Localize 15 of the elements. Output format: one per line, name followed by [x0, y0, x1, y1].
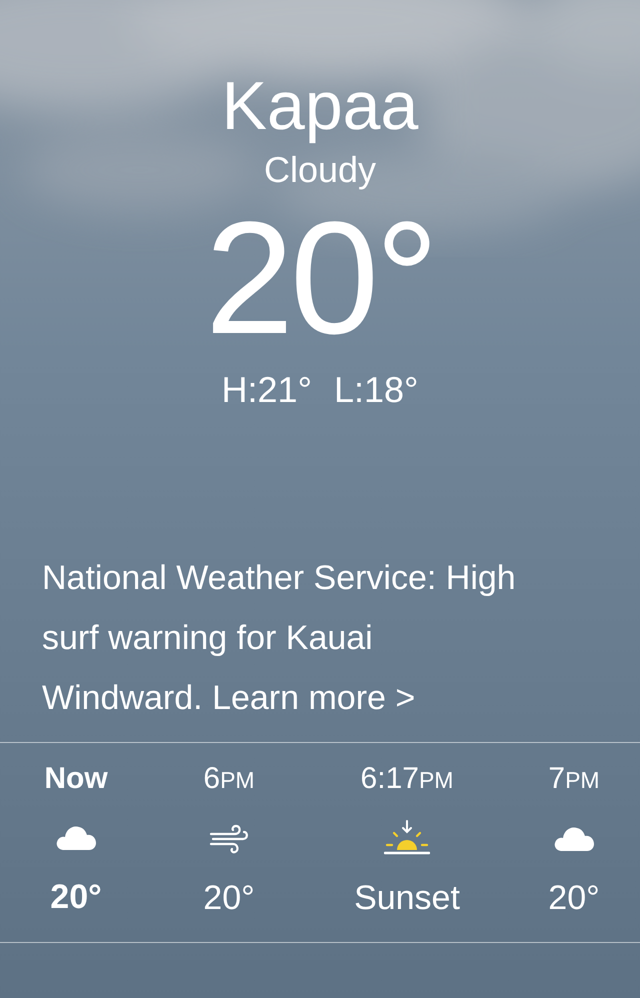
- weather-condition: Cloudy: [264, 150, 376, 190]
- hour-label: 7PM: [548, 760, 600, 797]
- alert-message: National Weather Service: High surf warning for Kauai Windward. Learn more >: [42, 558, 517, 719]
- hourly-temperature: 20°: [548, 878, 600, 918]
- hour-label: Now: [44, 760, 108, 797]
- current-temperature: 20°: [205, 198, 435, 358]
- hour-label: 6:17PM: [360, 760, 454, 797]
- low-temperature: L:18°: [334, 372, 418, 408]
- sunset-icon: [384, 820, 430, 856]
- learn-more-link[interactable]: Learn more >: [212, 678, 416, 717]
- hour-label: 6PM: [203, 760, 255, 797]
- high-temperature: H:21°: [222, 372, 312, 408]
- hourly-temperature: Sunset: [354, 878, 460, 918]
- hourly-temperature: 20°: [203, 878, 255, 918]
- hourly-temperature: 20°: [50, 876, 102, 917]
